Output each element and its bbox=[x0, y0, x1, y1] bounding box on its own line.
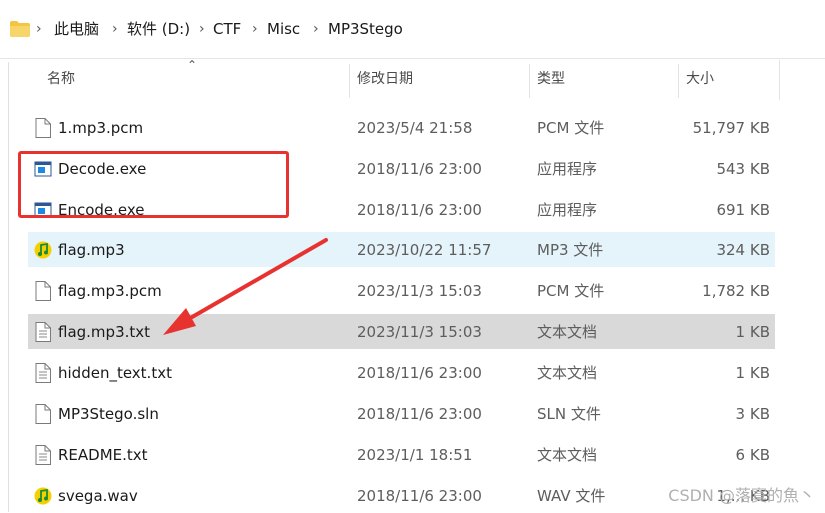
column-header-date[interactable]: 修改日期 bbox=[357, 70, 413, 88]
file-size: 324 KB bbox=[716, 241, 770, 259]
chevron-right-icon: › bbox=[199, 21, 205, 37]
file-row[interactable]: hidden_text.txt 2018/11/6 23:00 文本文档 1 KB bbox=[28, 355, 775, 390]
chevron-right-icon: › bbox=[252, 21, 258, 37]
folder-icon bbox=[10, 21, 30, 37]
column-header-size[interactable]: 大小 bbox=[686, 70, 714, 88]
file-size: 691 KB bbox=[716, 201, 770, 219]
sort-ascending-icon: ⌃ bbox=[187, 58, 198, 72]
pane-border bbox=[8, 62, 9, 512]
file-size: 543 KB bbox=[716, 160, 770, 178]
file-date: 2018/11/6 23:00 bbox=[357, 201, 482, 219]
breadcrumb-item-ctf[interactable]: CTF bbox=[213, 19, 241, 39]
file-date: 2023/11/3 15:03 bbox=[357, 282, 482, 300]
watermark-text: CSDN @落寞的魚丶 bbox=[668, 486, 815, 505]
file-size: 1,782 KB bbox=[702, 282, 770, 300]
file-row[interactable]: 1.mp3.pcm 2023/5/4 21:58 PCM 文件 51,797 KB bbox=[28, 110, 775, 145]
chevron-right-icon: › bbox=[36, 21, 42, 37]
file-type: 文本文档 bbox=[537, 323, 598, 341]
file-name: README.txt bbox=[58, 446, 148, 464]
column-header-name[interactable]: 名称 bbox=[47, 70, 75, 88]
file-name: hidden_text.txt bbox=[58, 364, 172, 382]
breadcrumb-item-misc[interactable]: Misc bbox=[267, 19, 300, 39]
file-type: WAV 文件 bbox=[537, 487, 606, 505]
file-row[interactable]: flag.mp3 2023/10/22 11:57 MP3 文件 324 KB bbox=[28, 232, 775, 267]
file-icon bbox=[34, 404, 52, 424]
file-date: 2018/11/6 23:00 bbox=[357, 405, 482, 423]
text-file-icon bbox=[34, 445, 52, 465]
file-name: flag.mp3.txt bbox=[58, 323, 151, 341]
file-name: 1.mp3.pcm bbox=[58, 119, 144, 137]
breadcrumb-item-this-pc[interactable]: 此电脑 bbox=[54, 19, 99, 39]
column-header-row: 名称 ⌃ 修改日期 类型 大小 bbox=[0, 58, 825, 100]
column-divider bbox=[779, 60, 780, 100]
file-name: svega.wav bbox=[58, 487, 138, 505]
file-row[interactable]: svega.wav 2018/11/6 23:00 WAV 文件 1,... KB bbox=[28, 478, 775, 513]
file-date: 2023/1/1 18:51 bbox=[357, 446, 473, 464]
file-type: MP3 文件 bbox=[537, 241, 604, 259]
file-row[interactable]: README.txt 2023/1/1 18:51 文本文档 6 KB bbox=[28, 437, 775, 472]
file-type: 文本文档 bbox=[537, 446, 598, 464]
highlight-box-annotation bbox=[18, 151, 289, 218]
file-size: 1 KB bbox=[735, 364, 770, 382]
column-header-type[interactable]: 类型 bbox=[537, 70, 565, 88]
breadcrumb-item-mp3stego[interactable]: MP3Stego bbox=[328, 19, 403, 39]
text-file-icon bbox=[34, 363, 52, 383]
file-type: PCM 文件 bbox=[537, 282, 605, 300]
chevron-right-icon: › bbox=[313, 21, 319, 37]
file-type: 文本文档 bbox=[537, 364, 598, 382]
file-date: 2018/11/6 23:00 bbox=[357, 364, 482, 382]
file-type: 应用程序 bbox=[537, 160, 598, 178]
file-size: 51,797 KB bbox=[692, 119, 770, 137]
file-type: SLN 文件 bbox=[537, 405, 601, 423]
address-bar[interactable]: › 此电脑 › 软件 (D:) › CTF › Misc › MP3Stego bbox=[0, 0, 825, 59]
file-name: flag.mp3.pcm bbox=[58, 282, 162, 300]
file-size: 3 KB bbox=[735, 405, 770, 423]
file-size: 6 KB bbox=[735, 446, 770, 464]
file-date: 2023/5/4 21:58 bbox=[357, 119, 473, 137]
file-size: 1 KB bbox=[735, 323, 770, 341]
column-divider[interactable] bbox=[678, 64, 679, 98]
column-divider[interactable] bbox=[529, 64, 530, 98]
file-date: 2018/11/6 23:00 bbox=[357, 160, 482, 178]
file-icon bbox=[34, 118, 52, 138]
file-type: PCM 文件 bbox=[537, 119, 605, 137]
file-name: flag.mp3 bbox=[58, 241, 125, 259]
music-icon bbox=[34, 240, 52, 260]
file-icon bbox=[34, 281, 52, 301]
file-row[interactable]: MP3Stego.sln 2018/11/6 23:00 SLN 文件 3 KB bbox=[28, 396, 775, 431]
file-date: 2018/11/6 23:00 bbox=[357, 487, 482, 505]
music-icon bbox=[34, 486, 52, 506]
column-divider[interactable] bbox=[349, 64, 350, 98]
file-name: MP3Stego.sln bbox=[58, 405, 159, 423]
breadcrumb-item-drive-d[interactable]: 软件 (D:) bbox=[127, 19, 190, 39]
file-row[interactable]: flag.mp3.pcm 2023/11/3 15:03 PCM 文件 1,782 K… bbox=[28, 273, 775, 308]
chevron-right-icon: › bbox=[112, 21, 118, 37]
file-date: 2023/11/3 15:03 bbox=[357, 323, 482, 341]
file-type: 应用程序 bbox=[537, 201, 598, 219]
file-date: 2023/10/22 11:57 bbox=[357, 241, 492, 259]
file-row[interactable]: flag.mp3.txt 2023/11/3 15:03 文本文档 1 KB bbox=[28, 314, 775, 349]
text-file-icon bbox=[34, 322, 52, 342]
